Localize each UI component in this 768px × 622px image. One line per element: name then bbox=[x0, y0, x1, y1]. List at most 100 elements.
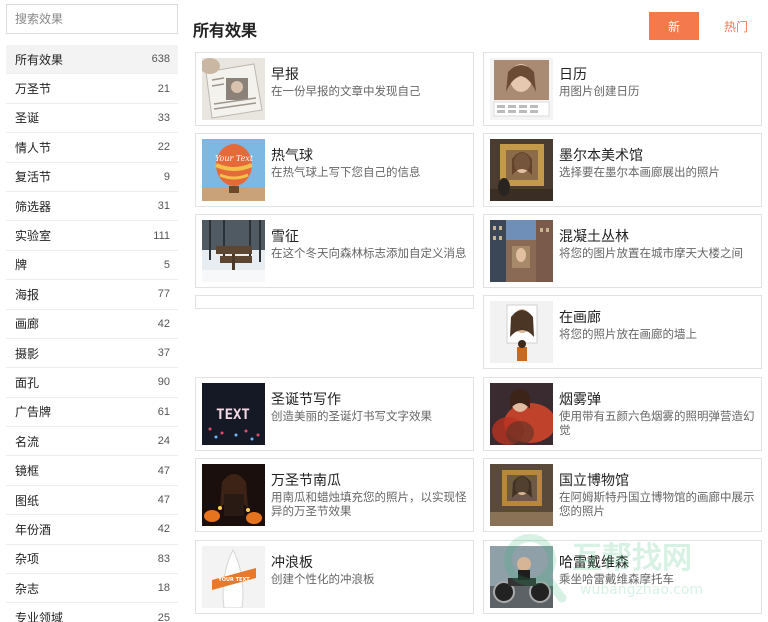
category-name: 摄影 bbox=[15, 346, 40, 361]
category-count: 9 bbox=[163, 170, 170, 183]
sidebar-category-item[interactable]: 实验室 111 bbox=[6, 221, 178, 251]
effect-card-snow-sign[interactable]: 雪征 在这个冬天向森林标志添加自定义消息 bbox=[195, 214, 474, 288]
category-count: 24 bbox=[157, 435, 170, 448]
effect-card-placeholder[interactable] bbox=[195, 295, 474, 309]
category-count: 47 bbox=[157, 464, 170, 477]
effect-card-concrete-jungle[interactable]: 混凝土丛林 将您的图片放置在城市摩天大楼之间 bbox=[483, 214, 762, 288]
balloon-thumb-text: Your Text bbox=[215, 154, 254, 163]
main-content: 所有效果 新 热门 早报 在一份早报的文章中发现自己 日历 用图片创建日历 Yo… bbox=[193, 0, 768, 622]
sidebar-category-item[interactable]: 圣诞 33 bbox=[6, 104, 178, 134]
sidebar-category-item[interactable]: 复活节 9 bbox=[6, 163, 178, 192]
surfboard-thumbnail: YOUR TEXT bbox=[202, 546, 265, 608]
effect-description: 在阿姆斯特丹国立博物馆的画廊中展示您的照片 bbox=[559, 492, 755, 518]
category-name: 镜框 bbox=[15, 464, 40, 479]
effect-card-harley-davidson[interactable]: 哈雷戴维森 乘坐哈雷戴维森摩托车 bbox=[483, 540, 762, 614]
sort-hot-button[interactable]: 热门 bbox=[711, 12, 761, 40]
category-name: 广告牌 bbox=[15, 405, 52, 420]
effect-card-newspaper[interactable]: 早报 在一份早报的文章中发现自己 bbox=[195, 52, 474, 126]
category-count: 111 bbox=[153, 229, 170, 242]
category-count: 83 bbox=[157, 552, 170, 565]
sidebar-category-item[interactable]: 万圣节 21 bbox=[6, 74, 178, 104]
snow-sign-thumbnail bbox=[202, 220, 265, 282]
sort-new-button[interactable]: 新 bbox=[649, 12, 699, 40]
lights-text-thumbnail: TEXT bbox=[202, 383, 265, 445]
category-count: 31 bbox=[157, 200, 170, 213]
category-name: 图纸 bbox=[15, 493, 40, 508]
category-name: 复活节 bbox=[15, 170, 52, 185]
category-name: 情人节 bbox=[15, 140, 52, 155]
sidebar-category-item[interactable]: 海报 77 bbox=[6, 280, 178, 310]
effect-title: 混凝土丛林 bbox=[559, 228, 629, 244]
sidebar-category-item[interactable]: 杂项 83 bbox=[6, 545, 178, 575]
sidebar-category-item[interactable]: 牌5 bbox=[6, 251, 178, 281]
effect-title: 在画廊 bbox=[559, 309, 601, 325]
effect-title: 早报 bbox=[271, 66, 299, 82]
category-name: 所有效果 bbox=[15, 52, 64, 67]
effect-title: 日历 bbox=[559, 66, 587, 82]
effect-card-in-gallery[interactable]: 在画廊 将您的照片放在画廊的墙上 bbox=[483, 295, 762, 369]
effect-card-smoke-bomb[interactable]: 烟雾弹 使用带有五颜六色烟雾的照明弹营造幻觉 bbox=[483, 377, 762, 451]
effect-card-balloon[interactable]: Your Text 热气球 在热气球上写下您自己的信息 bbox=[195, 133, 474, 207]
city-thumbnail bbox=[490, 220, 553, 282]
effect-title: 烟雾弹 bbox=[559, 391, 601, 407]
sidebar-category-item[interactable]: 画廊 42 bbox=[6, 310, 178, 339]
category-count: 61 bbox=[157, 405, 170, 418]
sidebar-category-item[interactable]: 专业领域 25 bbox=[6, 603, 178, 622]
category-count: 5 bbox=[163, 258, 170, 271]
effect-title: 圣诞节写作 bbox=[271, 391, 341, 407]
sidebar-category-item[interactable]: 图纸 47 bbox=[6, 486, 178, 516]
effect-card-calendar[interactable]: 日历 用图片创建日历 bbox=[483, 52, 762, 126]
effect-card-halloween-pumpkin[interactable]: 万圣节南瓜 用南瓜和蜡烛填充您的照片，以实现怪异的万圣节效果 bbox=[195, 458, 474, 532]
effect-title: 热气球 bbox=[271, 147, 313, 163]
effect-card-rijksmuseum[interactable]: 国立博物馆 在阿姆斯特丹国立博物馆的画廊中展示您的照片 bbox=[483, 458, 762, 532]
category-count: 18 bbox=[157, 582, 170, 595]
effect-description: 用图片创建日历 bbox=[559, 86, 640, 98]
category-name: 筛选器 bbox=[15, 199, 52, 214]
category-name: 画廊 bbox=[15, 317, 40, 332]
sidebar-category-item[interactable]: 杂志 18 bbox=[6, 574, 178, 604]
sidebar-category-item[interactable]: 情人节 22 bbox=[6, 133, 178, 163]
category-name: 牌 bbox=[15, 258, 28, 273]
effect-description: 用南瓜和蜡烛填充您的照片，以实现怪异的万圣节效果 bbox=[271, 492, 467, 518]
search-input[interactable] bbox=[7, 5, 177, 33]
category-name: 杂项 bbox=[15, 552, 40, 567]
pumpkin-thumbnail bbox=[202, 464, 265, 526]
search-box[interactable] bbox=[6, 4, 178, 34]
museum-thumbnail bbox=[490, 464, 553, 526]
effect-title: 万圣节南瓜 bbox=[271, 472, 341, 488]
wall-frame-thumbnail bbox=[490, 301, 553, 363]
category-count: 47 bbox=[157, 494, 170, 507]
effect-card-surfboard[interactable]: YOUR TEXT 冲浪板 创建个性化的冲浪板 bbox=[195, 540, 474, 614]
sidebar-category-item[interactable]: 年份酒 42 bbox=[6, 515, 178, 545]
effect-title: 墨尔本美术馆 bbox=[559, 147, 643, 163]
category-name: 实验室 bbox=[15, 229, 52, 244]
category-count: 21 bbox=[157, 82, 170, 95]
category-count: 638 bbox=[151, 53, 170, 66]
sidebar-category-item[interactable]: 摄影 37 bbox=[6, 339, 178, 369]
effect-description: 选择要在墨尔本画廊展出的照片 bbox=[559, 167, 720, 179]
category-count: 33 bbox=[157, 111, 170, 124]
category-name: 杂志 bbox=[15, 581, 40, 596]
category-list: 所有效果 638 万圣节 21 圣诞 33 情人节 22 复活节 9 筛选器 31 实验室 111 牌 5 海报… bbox=[6, 45, 178, 622]
category-name: 专业领域 bbox=[15, 611, 64, 622]
sidebar-category-item[interactable]: 广告牌 61 bbox=[6, 398, 178, 428]
effect-description: 乘坐哈雷戴维森摩托车 bbox=[559, 574, 674, 586]
sidebar-category-item[interactable]: 筛选器 31 bbox=[6, 192, 178, 222]
effect-card-christmas-writing[interactable]: TEXT 圣诞节写作 创造美丽的圣诞灯书写文字效果 bbox=[195, 377, 474, 451]
effect-description: 创建个性化的冲浪板 bbox=[271, 574, 375, 586]
effect-description: 在热气球上写下您自己的信息 bbox=[271, 167, 421, 179]
effect-title: 冲浪板 bbox=[271, 554, 313, 570]
sidebar-category-item[interactable]: 面孔 90 bbox=[6, 368, 178, 398]
effect-card-melbourne-gallery[interactable]: 墨尔本美术馆 选择要在墨尔本画廊展出的照片 bbox=[483, 133, 762, 207]
sidebar-category-item[interactable]: 镜框 47 bbox=[6, 456, 178, 486]
category-count: 22 bbox=[157, 141, 170, 154]
category-count: 77 bbox=[157, 288, 170, 301]
category-count: 25 bbox=[157, 611, 170, 622]
sidebar: 所有效果638万圣节21圣诞33情人节22复活节9筛选器31实验室111牌5海报… bbox=[0, 0, 186, 622]
category-count: 37 bbox=[157, 347, 170, 360]
page-title: 所有效果 bbox=[193, 23, 258, 40]
lights-thumb-text: TEXT bbox=[216, 407, 250, 423]
effect-description: 使用带有五颜六色烟雾的照明弹营造幻觉 bbox=[559, 411, 755, 437]
sidebar-category-item[interactable]: 名流 24 bbox=[6, 427, 178, 457]
sidebar-category-item[interactable]: 所有效果 638 bbox=[6, 45, 178, 75]
